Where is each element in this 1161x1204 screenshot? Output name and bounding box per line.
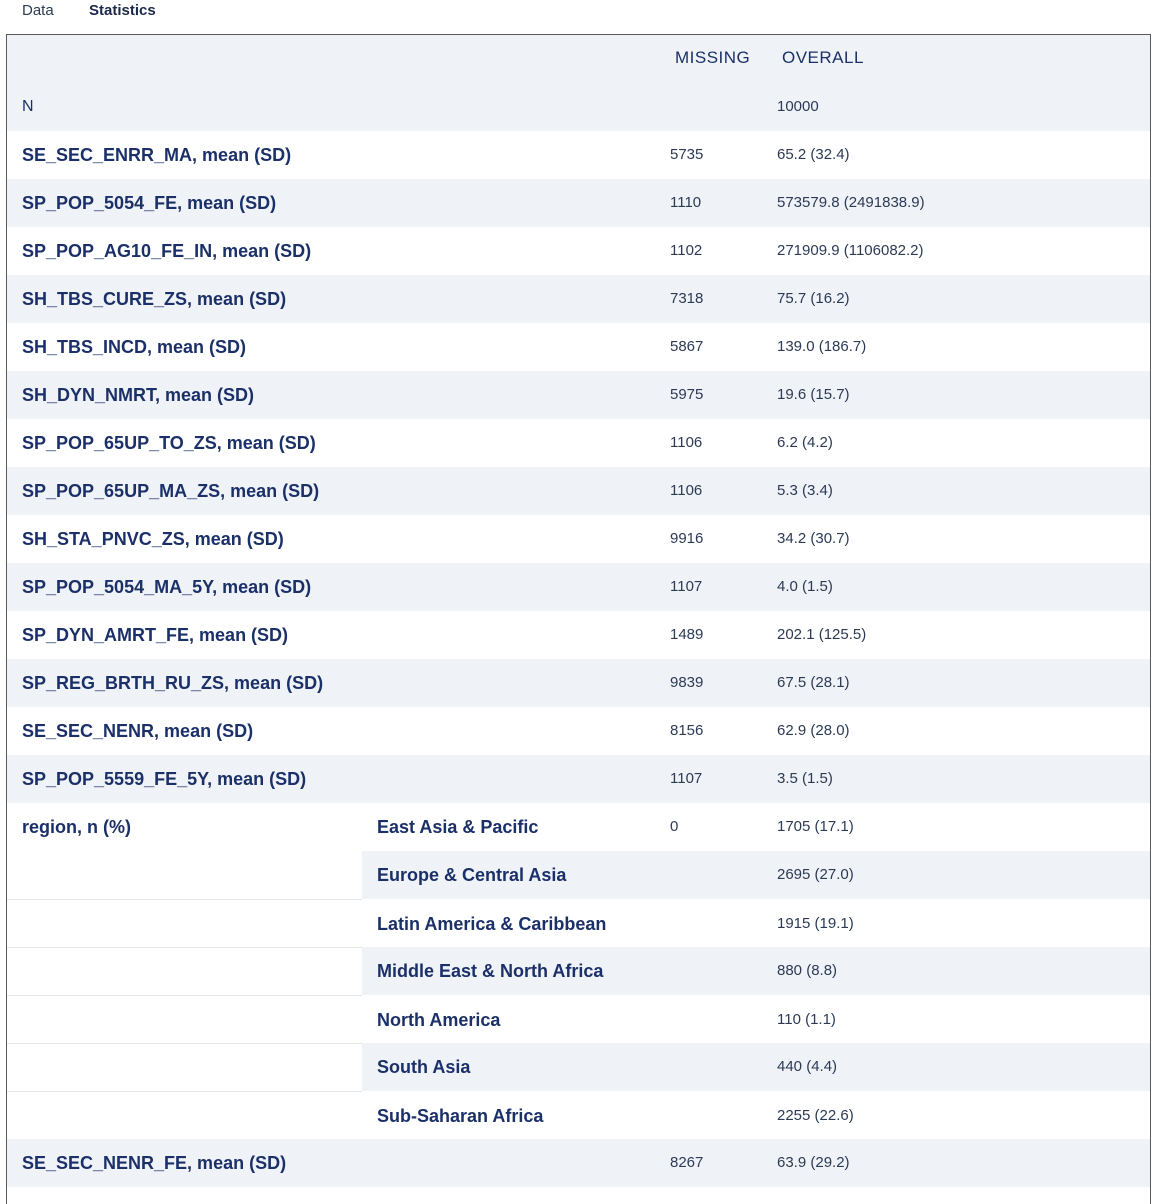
row-missing: 1107 xyxy=(670,770,703,787)
table-header-row: MISSING OVERALL xyxy=(7,35,1150,83)
table-row: SH_STA_PNVC_ZS, mean (SD) 9916 34.2 (30.… xyxy=(7,515,1150,563)
table-row: SP_POP_5054_FE, mean (SD) 1110 573579.8 … xyxy=(7,179,1150,227)
region-level-overall: 110 (1.1) xyxy=(777,1011,836,1028)
table-row: SP_DYN_AMRT_FE, mean (SD) 1489 202.1 (12… xyxy=(7,611,1150,659)
row-missing: 1106 xyxy=(670,434,703,451)
table-row: SP_POP_AG10_FE_IN, mean (SD) 1102 271909… xyxy=(7,227,1150,275)
table-row: SP_POP_5559_FE_5Y, mean (SD) 1107 3.5 (1… xyxy=(7,755,1150,803)
region-level-overall: 440 (4.4) xyxy=(777,1058,838,1075)
region-label: region, n (%) xyxy=(22,817,131,837)
row-overall: 65.2 (32.4) xyxy=(777,146,850,163)
region-level: North America xyxy=(377,1010,501,1030)
region-level-row: Latin America & Caribbean 1915 (19.1) xyxy=(7,900,1150,948)
region-level-row: Middle East & North Africa 880 (8.8) xyxy=(7,947,1150,995)
row-missing: 1107 xyxy=(670,578,703,595)
row-label: SP_POP_AG10_FE_IN, mean (SD) xyxy=(22,241,312,261)
table-row: SH_TBS_INCD, mean (SD) 5867 139.0 (186.7… xyxy=(7,323,1150,371)
table-row: SP_POP_65UP_MA_ZS, mean (SD) 1106 5.3 (3… xyxy=(7,467,1150,515)
region-level: Sub-Saharan Africa xyxy=(377,1106,544,1126)
region-level: East Asia & Pacific xyxy=(377,817,539,837)
row-overall: 3.5 (1.5) xyxy=(777,770,833,787)
row-missing: 5735 xyxy=(670,146,704,163)
table-row: SP_REG_BRTH_RU_ZS, mean (SD) 9839 67.5 (… xyxy=(7,659,1150,707)
row-overall: 62.9 (28.0) xyxy=(777,722,850,739)
row-label: SP_POP_5054_MA_5Y, mean (SD) xyxy=(22,577,312,597)
row-overall: 34.2 (30.7) xyxy=(777,530,850,547)
row-overall: 573579.8 (2491838.9) xyxy=(777,194,925,211)
row-label: SP_POP_5559_FE_5Y, mean (SD) xyxy=(22,769,307,789)
row-label: SH_DYN_NMRT, mean (SD) xyxy=(22,385,255,405)
table-row: SE_SEC_NENR, mean (SD) 8156 62.9 (28.0) xyxy=(7,707,1150,755)
region-level-row: South Asia 440 (4.4) xyxy=(7,1043,1150,1091)
region-level: South Asia xyxy=(377,1057,471,1077)
table-row: SH_DYN_NMRT, mean (SD) 5975 19.6 (15.7) xyxy=(7,371,1150,419)
row-label: SH_STA_PNVC_ZS, mean (SD) xyxy=(22,529,284,549)
region-level: Europe & Central Asia xyxy=(377,865,567,885)
table-row: SP_POP_5054_MA_5Y, mean (SD) 1107 4.0 (1… xyxy=(7,563,1150,611)
statistics-table: MISSING OVERALL N 10000 SE_SEC_ENRR_MA, … xyxy=(6,34,1151,1204)
row-overall: 139.0 (186.7) xyxy=(777,338,867,355)
region-level-overall: 880 (8.8) xyxy=(777,962,838,979)
region-level-row: Sub-Saharan Africa 2255 (22.6) xyxy=(7,1092,1150,1140)
row-overall: 6.2 (4.2) xyxy=(777,434,833,451)
row-missing: 8267 xyxy=(670,1154,704,1171)
table-row: SH_TBS_CURE_ZS, mean (SD) 7318 75.7 (16.… xyxy=(7,275,1150,323)
region-level-overall: 1705 (17.1) xyxy=(777,818,854,835)
region-missing: 0 xyxy=(670,818,679,835)
row-label: SE_SEC_NENR_FE, mean (SD) xyxy=(22,1153,287,1173)
row-label: SP_POP_5054_FE, mean (SD) xyxy=(22,193,277,213)
row-label: SP_REG_BRTH_RU_ZS, mean (SD) xyxy=(22,673,324,693)
row-label: SE_SEC_ENRR_MA, mean (SD) xyxy=(22,145,292,165)
row-missing: 5867 xyxy=(670,338,704,355)
n-label: N xyxy=(22,98,34,115)
row-label: SP_POP_65UP_TO_ZS, mean (SD) xyxy=(22,433,316,453)
level-shade xyxy=(362,1043,1150,1091)
region-level-overall: 2695 (27.0) xyxy=(777,866,854,883)
region-row: region, n (%) East Asia & Pacific 0 1705… xyxy=(7,803,1150,851)
row-overall: 5.3 (3.4) xyxy=(777,482,833,499)
region-level-row: Europe & Central Asia 2695 (27.0) xyxy=(7,851,1150,899)
row-label: SP_DYN_AMRT_FE, mean (SD) xyxy=(22,625,289,645)
row-missing: 1489 xyxy=(670,626,704,643)
row-missing: 1102 xyxy=(670,242,703,259)
row-overall: 63.9 (29.2) xyxy=(777,1154,850,1171)
region-level: Latin America & Caribbean xyxy=(377,914,607,934)
row-label: SH_TBS_CURE_ZS, mean (SD) xyxy=(22,289,287,309)
row-overall: 4.0 (1.5) xyxy=(777,578,833,595)
tab-bar: Data Statistics xyxy=(0,0,1161,34)
n-row: N 10000 xyxy=(7,83,1150,131)
row-overall: 19.6 (15.7) xyxy=(777,386,850,403)
region-level: Middle East & North Africa xyxy=(377,961,604,981)
row-label: SH_TBS_INCD, mean (SD) xyxy=(22,337,247,357)
row-overall: 202.1 (125.5) xyxy=(777,626,867,643)
row-missing: 5975 xyxy=(670,386,704,403)
missing-column-header: MISSING xyxy=(675,48,751,67)
tab-data[interactable]: Data xyxy=(22,2,54,19)
row-overall: 67.5 (28.1) xyxy=(777,674,850,691)
row-missing: 1106 xyxy=(670,482,703,499)
region-level-overall: 1915 (19.1) xyxy=(777,915,854,932)
overall-column-header: OVERALL xyxy=(782,48,864,67)
row-missing: 9916 xyxy=(670,530,704,547)
row-missing: 7318 xyxy=(670,290,704,307)
row-overall: 75.7 (16.2) xyxy=(777,290,850,307)
n-value: 10000 xyxy=(777,98,819,115)
region-level-overall: 2255 (22.6) xyxy=(777,1107,854,1124)
row-label: SE_SEC_NENR, mean (SD) xyxy=(22,721,254,741)
row-overall: 271909.9 (1106082.2) xyxy=(777,242,924,259)
table-row: SE_SEC_NENR_FE, mean (SD) 8267 63.9 (29.… xyxy=(7,1139,1150,1187)
region-level-row: North America 110 (1.1) xyxy=(7,996,1150,1044)
table-row: SP_POP_65UP_TO_ZS, mean (SD) 1106 6.2 (4… xyxy=(7,419,1150,467)
tab-statistics[interactable]: Statistics xyxy=(89,2,156,19)
table-row: SE_SEC_ENRR_MA, mean (SD) 5735 65.2 (32.… xyxy=(7,131,1150,179)
row-missing: 8156 xyxy=(670,722,704,739)
row-missing: 1110 xyxy=(670,194,702,211)
row-label: SP_POP_65UP_MA_ZS, mean (SD) xyxy=(22,481,320,501)
row-missing: 9839 xyxy=(670,674,704,691)
